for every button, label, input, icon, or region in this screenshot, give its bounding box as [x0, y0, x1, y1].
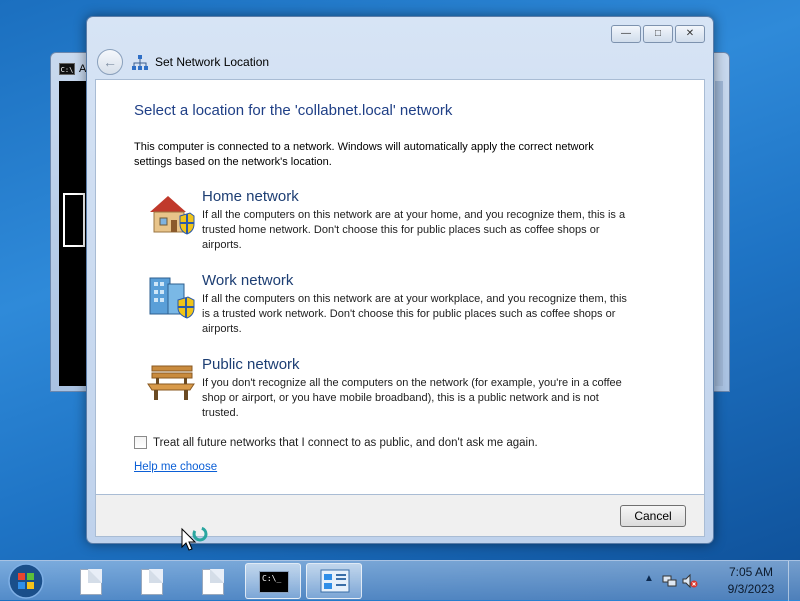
document-icon: [202, 569, 224, 595]
network-icon: [132, 55, 148, 70]
show-hidden-icons-icon[interactable]: ▲: [644, 573, 654, 584]
caption-buttons: — □ ✕: [611, 25, 705, 43]
volume-muted-icon[interactable]: [682, 573, 698, 589]
taskbar: C:\_ ▲ 7:05 AM 9/3/2023: [0, 560, 800, 601]
option-title[interactable]: Home network: [202, 188, 299, 205]
maximize-button[interactable]: □: [643, 25, 673, 43]
start-button[interactable]: [6, 562, 46, 600]
option-description: If you don't recognize all the computers…: [202, 377, 622, 419]
treat-as-public-checkbox[interactable]: [134, 436, 147, 449]
back-button[interactable]: ←: [97, 49, 123, 75]
document-icon: [80, 569, 102, 595]
system-tray: ▲ 7:05 AM 9/3/2023: [640, 561, 800, 601]
clock-date[interactable]: 9/3/2023: [718, 582, 784, 596]
public-networks-checkbox-row[interactable]: Treat all future networks that I connect…: [134, 436, 538, 449]
command-prompt-icon: C:\: [59, 63, 75, 75]
option-description: If all the computers on this network are…: [202, 293, 627, 335]
help-me-choose-link[interactable]: Help me choose: [134, 461, 217, 473]
taskbar-item-document-1[interactable]: [62, 563, 118, 599]
network-control-panel-icon: [320, 569, 350, 593]
taskbar-item-document-3[interactable]: [184, 563, 240, 599]
command-prompt-label: C:\_: [262, 574, 282, 583]
option-home-network[interactable]: Home network If all the computers on thi…: [146, 188, 625, 258]
back-arrow-icon: ←: [103, 54, 117, 70]
console-selection-box: [63, 193, 85, 247]
dialog-footer: Cancel: [95, 495, 705, 551]
office-building-icon: [149, 277, 195, 319]
busy-cursor-icon: [181, 526, 208, 551]
option-public-network[interactable]: Public network If you don't recognize al…: [146, 356, 622, 426]
minimize-button[interactable]: —: [611, 25, 641, 43]
house-icon: [150, 196, 195, 235]
option-description: If all the computers on this network are…: [202, 209, 626, 251]
close-button[interactable]: ✕: [675, 25, 705, 43]
taskbar-item-document-2[interactable]: [123, 563, 179, 599]
dialog-title: Set Network Location: [155, 55, 270, 69]
park-bench-icon: [147, 365, 195, 400]
option-work-network[interactable]: Work network If all the computers on thi…: [146, 272, 627, 342]
network-status-icon[interactable]: [662, 573, 678, 589]
dialog-content: Select a location for the 'collabnet.loc…: [95, 79, 705, 495]
intro-text: This computer is connected to a network.…: [134, 141, 594, 168]
cancel-button[interactable]: Cancel: [620, 505, 686, 527]
document-icon: [141, 569, 163, 595]
option-title[interactable]: Public network: [202, 356, 300, 373]
clock-time[interactable]: 7:05 AM: [718, 565, 784, 579]
page-heading: Select a location for the 'collabnet.loc…: [134, 102, 453, 119]
checkbox-label[interactable]: Treat all future networks that I connect…: [153, 437, 538, 449]
show-desktop-button[interactable]: [788, 561, 800, 601]
console-scrollbar[interactable]: [715, 81, 723, 386]
taskbar-item-network-settings[interactable]: [306, 563, 362, 599]
taskbar-item-command-prompt[interactable]: C:\_: [245, 563, 301, 599]
set-network-location-dialog: — □ ✕ ← Set Network Location Select a lo…: [86, 16, 714, 551]
command-prompt-icon: C:\_: [259, 571, 289, 593]
option-title[interactable]: Work network: [202, 272, 293, 289]
